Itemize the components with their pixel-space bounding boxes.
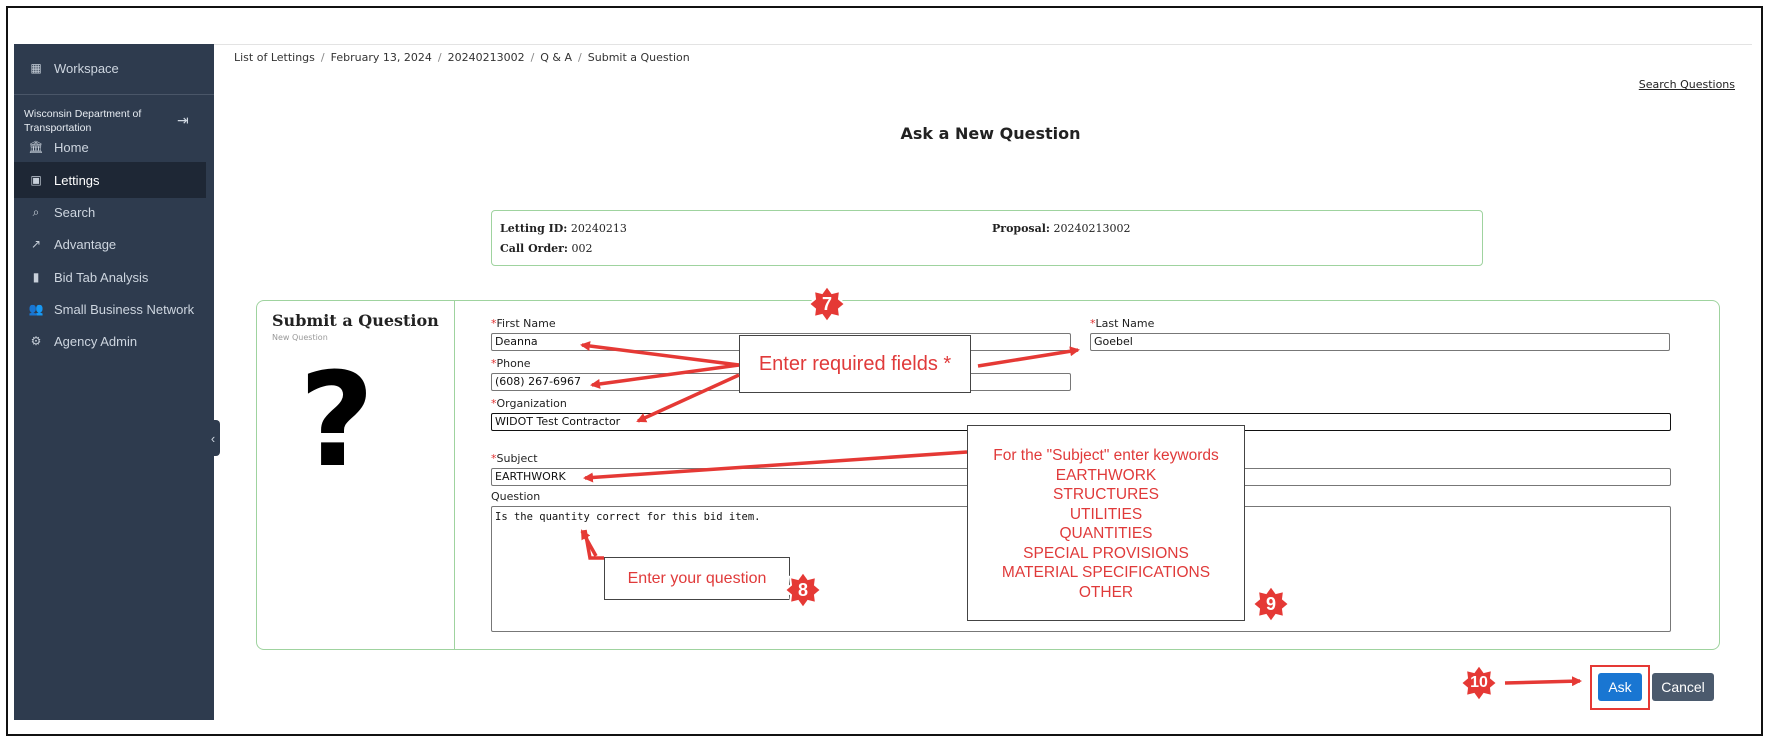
arrow-to-first-name [580,341,740,367]
arrow-to-ask [1504,676,1582,687]
step-badge-10: 10 [1460,664,1498,702]
arrow-to-last-name [977,346,1080,368]
step-badge-9: 9 [1252,585,1290,623]
annotation-arrows [580,341,1582,687]
ask-button[interactable]: Ask [1598,673,1642,701]
arrow-to-subject [583,450,968,483]
arrow-to-organization [636,373,740,423]
step-badge-8: 8 [784,571,822,609]
cancel-button[interactable]: Cancel [1652,673,1714,701]
step-badge-7: 7 [808,285,846,323]
arrow-to-phone [590,363,740,389]
